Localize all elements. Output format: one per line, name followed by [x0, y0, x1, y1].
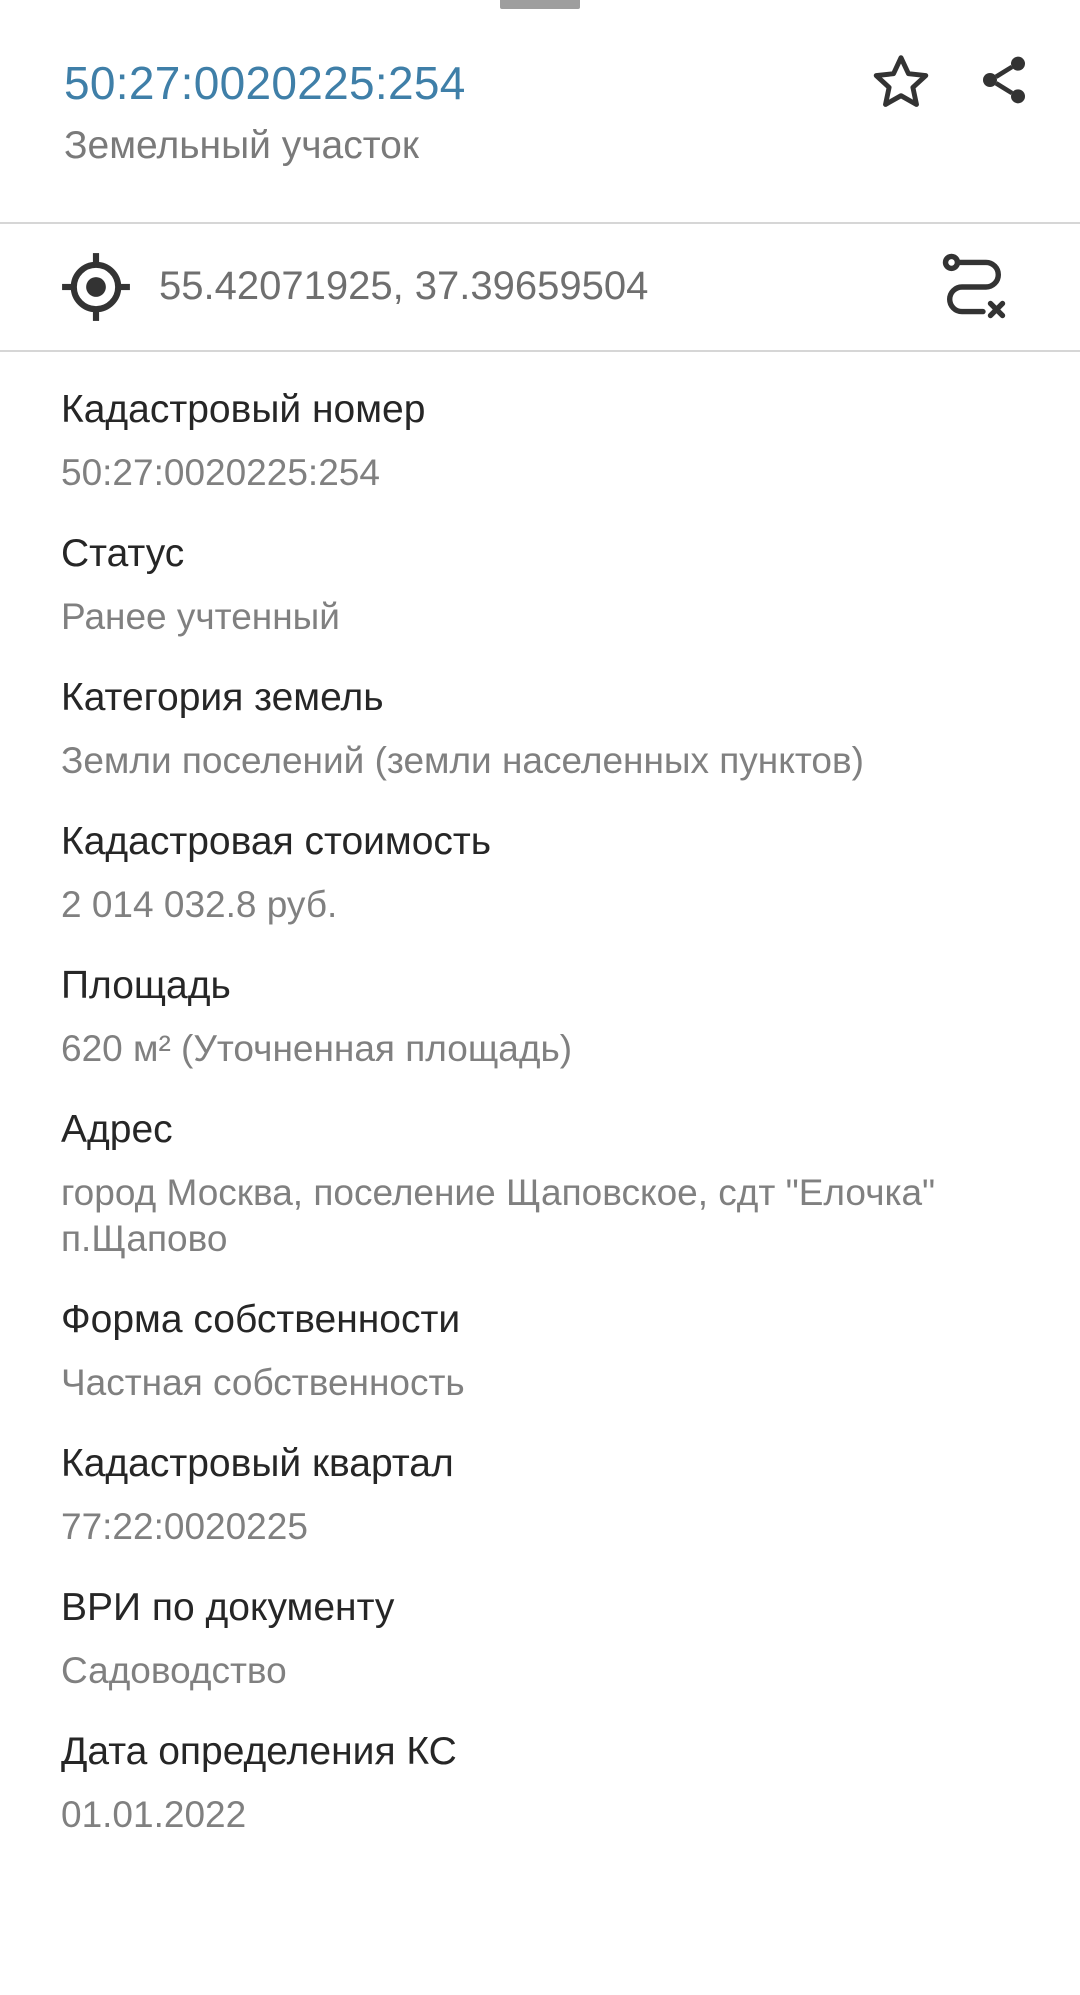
field-cadastral-value: Кадастровая стоимость 2 014 032.8 руб.	[0, 818, 1080, 928]
field-label: Категория земель	[61, 676, 384, 719]
field-label: Адрес	[61, 1108, 173, 1151]
field-area: Площадь 620 м² (Уточненная площадь)	[0, 962, 1080, 1072]
field-cadastral-number: Кадастровый номер 50:27:0020225:254	[0, 386, 1080, 496]
route-clear-icon	[942, 253, 1006, 319]
share-button[interactable]	[966, 42, 1042, 118]
field-value: 50:27:0020225:254	[61, 452, 380, 493]
field-label: Кадастровый номер	[61, 388, 426, 431]
field-label: Кадастровый квартал	[61, 1442, 454, 1485]
field-label: ВРИ по документу	[61, 1586, 395, 1629]
field-list: Кадастровый номер 50:27:0020225:254 Стат…	[0, 352, 1080, 1838]
field-address: Адрес город Москва, поселение Щаповское,…	[0, 1106, 1080, 1262]
route-clear-button[interactable]	[933, 246, 1015, 328]
coordinates-text[interactable]: 55.42071925, 37.39659504	[159, 264, 648, 309]
field-value: 2 014 032.8 руб.	[61, 884, 338, 925]
field-value: Ранее учтенный	[61, 596, 340, 637]
field-permitted-use: ВРИ по документу Садоводство	[0, 1584, 1080, 1694]
field-label: Форма собственности	[61, 1298, 461, 1341]
field-value: Садоводство	[61, 1650, 287, 1691]
field-value: 620 м² (Уточненная площадь)	[61, 1028, 573, 1069]
field-land-category: Категория земель Земли поселений (земли …	[0, 674, 1080, 784]
favorite-button[interactable]	[863, 44, 939, 120]
field-value: 01.01.2022	[61, 1794, 247, 1835]
crosshair-icon	[62, 253, 130, 321]
field-label: Статус	[61, 532, 185, 575]
header: 50:27:0020225:254 Земельный участок	[0, 0, 1080, 222]
share-icon	[983, 56, 1025, 104]
field-label: Дата определения КС	[61, 1730, 457, 1773]
page-title: 50:27:0020225:254	[64, 57, 466, 109]
page-subtitle: Земельный участок	[64, 124, 419, 167]
field-value: город Москва, поселение Щаповское, сдт "…	[61, 1172, 936, 1259]
parcel-info-sheet: 50:27:0020225:254 Земельный участок 55.4…	[0, 0, 1080, 1995]
field-label: Площадь	[61, 964, 231, 1007]
field-status: Статус Ранее учтенный	[0, 530, 1080, 640]
star-icon	[873, 55, 929, 107]
field-cadastral-quarter: Кадастровый квартал 77:22:0020225	[0, 1440, 1080, 1550]
field-label: Кадастровая стоимость	[61, 820, 492, 863]
field-ownership-form: Форма собственности Частная собственност…	[0, 1296, 1080, 1406]
field-value: Земли поселений (земли населенных пункто…	[61, 740, 864, 781]
field-valuation-date: Дата определения КС 01.01.2022	[0, 1728, 1080, 1838]
field-value: 77:22:0020225	[61, 1506, 308, 1547]
field-value: Частная собственность	[61, 1362, 465, 1403]
coordinates-row: 55.42071925, 37.39659504	[0, 224, 1080, 350]
locate-button[interactable]	[55, 246, 137, 328]
